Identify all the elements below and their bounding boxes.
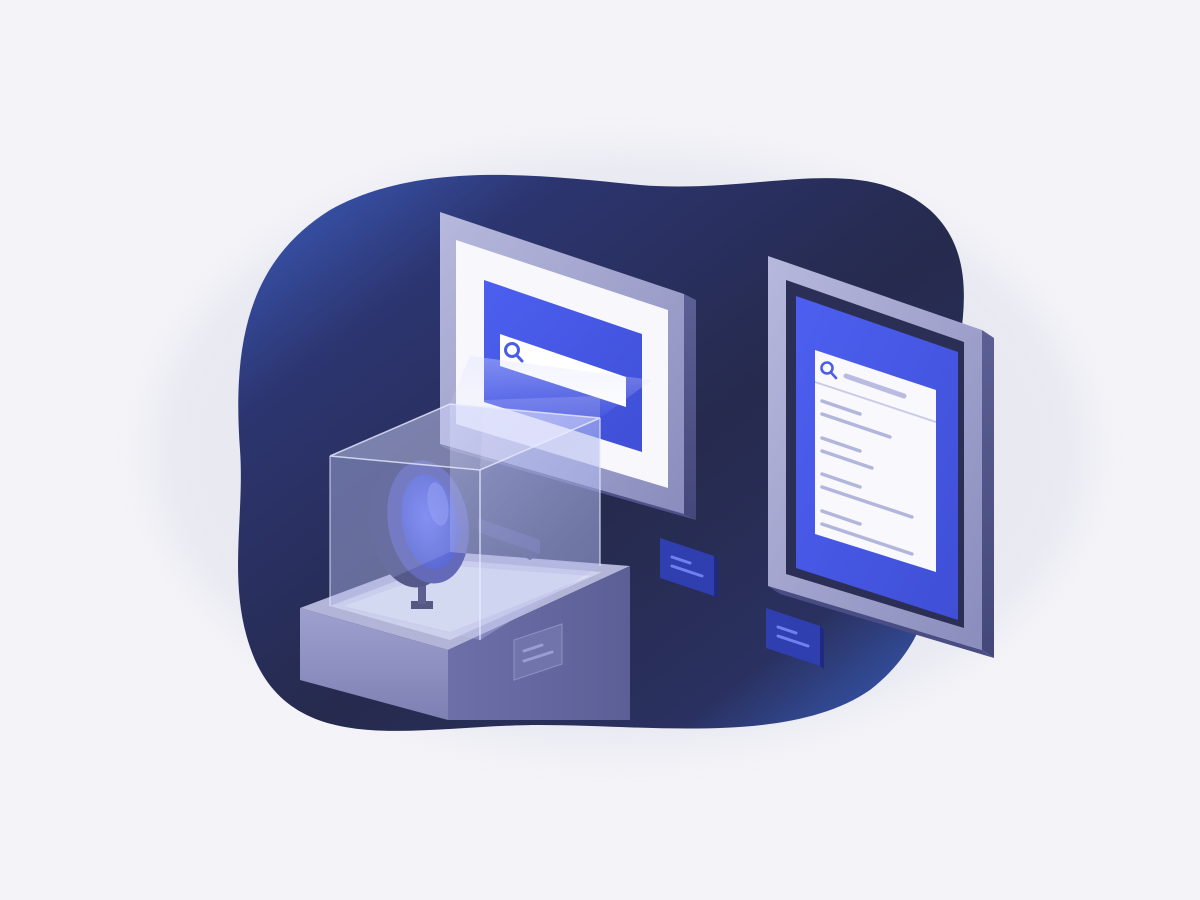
results-monitor-side xyxy=(982,330,994,658)
search-monitor-side xyxy=(684,294,696,520)
isometric-search-illustration xyxy=(150,150,1090,750)
